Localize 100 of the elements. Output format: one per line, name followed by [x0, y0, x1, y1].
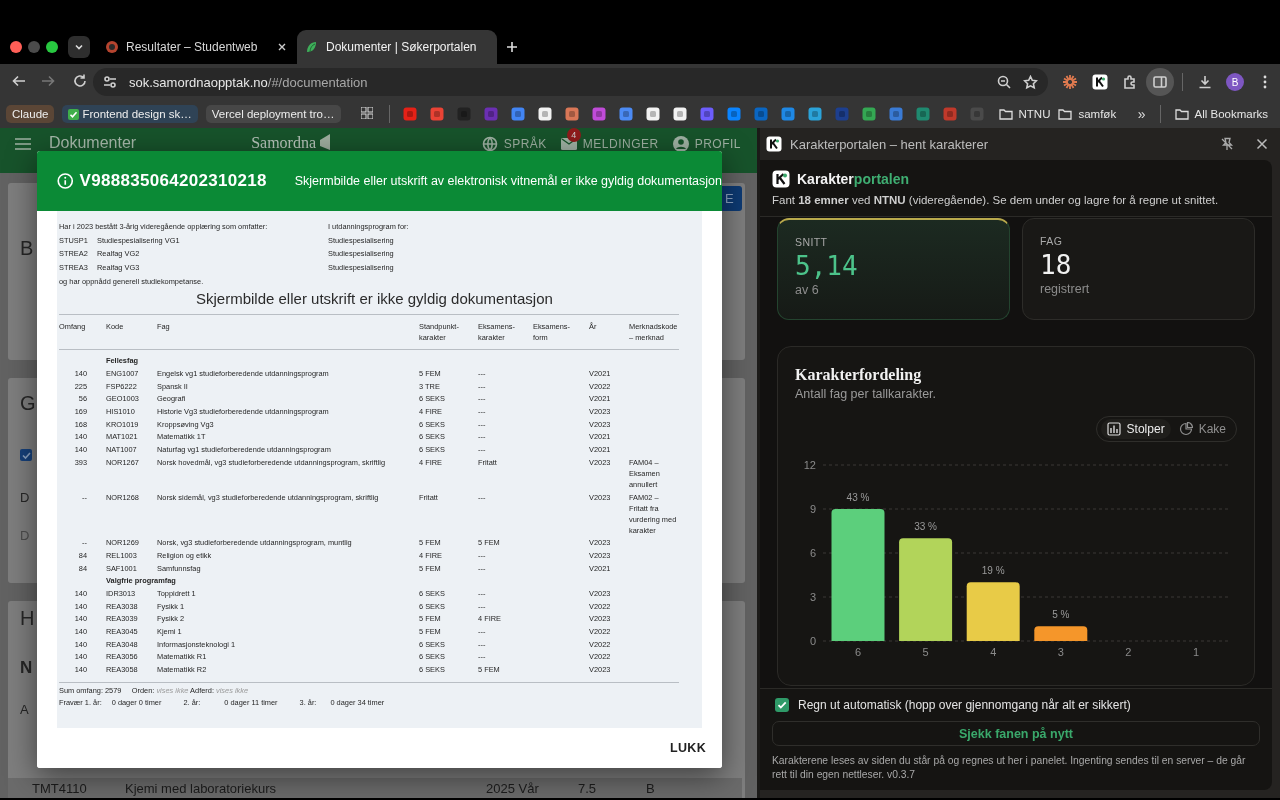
intro-text: Fant 18 emner ved NTNU (videregående). Se dem under og lagre for å regne ut snittet. — [772, 194, 1220, 206]
checkbox[interactable] — [20, 449, 32, 461]
logo-icon — [319, 134, 332, 150]
chart-title: Karakterfordeling — [795, 366, 923, 384]
plus-icon[interactable] — [506, 41, 518, 53]
stat-label: FAG — [1040, 235, 1064, 247]
bar-chart-icon — [1106, 422, 1121, 436]
site-icon[interactable] — [808, 107, 822, 121]
bookmark-folder[interactable]: samføk — [1058, 107, 1117, 121]
bookmark-button[interactable]: Vercel deployment tro… — [205, 105, 341, 123]
address-field[interactable]: sok.samordnaopptak.no/#/documentation — [93, 68, 1048, 96]
site-icon[interactable] — [673, 107, 687, 121]
axis-tick-label: 2 — [1125, 646, 1132, 658]
mail-icon — [560, 138, 577, 150]
panel-title: Karakterportalen – hent karakterer — [790, 136, 989, 152]
page-title: Dokumenter — [49, 134, 137, 152]
site-icon[interactable] — [646, 107, 660, 121]
axis-tick-label: 4 — [990, 646, 997, 658]
value-label: 33 % — [914, 521, 937, 533]
stat-value: 18 — [1040, 250, 1073, 280]
stat-label: SNITT — [795, 236, 829, 248]
table-cell-text: TMT4110 — [32, 780, 88, 796]
table-cell-text: B — [646, 780, 656, 796]
table-cell-text: Kjemi med laboratoriekurs — [125, 780, 277, 796]
recheck-button[interactable]: Sjekk fanen på nytt — [772, 721, 1260, 746]
bookmark-folder[interactable]: All Bookmarks — [1174, 107, 1268, 121]
checkbox[interactable] — [775, 698, 789, 712]
close-window-button[interactable] — [10, 41, 22, 53]
side-panel-icon[interactable] — [1153, 75, 1167, 89]
folder-icon — [1058, 107, 1073, 121]
check-icon — [68, 108, 80, 120]
view-tab[interactable]: Stolper — [1100, 419, 1171, 439]
axis-tick-label: 5 — [922, 646, 929, 658]
axis-tick-label: 6 — [854, 646, 862, 658]
table-cell-text: 2025 Vår — [486, 780, 540, 796]
card-heading: G — [20, 392, 36, 414]
minimize-window-button[interactable] — [28, 41, 40, 53]
folder-icon — [998, 107, 1013, 121]
value-label: 5 % — [1052, 609, 1070, 621]
value-label: 19 % — [981, 565, 1005, 577]
more-bookmarks-button[interactable]: » — [1137, 106, 1146, 122]
document-id: V988835064202310218 — [79, 171, 267, 191]
reload-icon[interactable] — [72, 72, 88, 89]
download-icon[interactable] — [1197, 74, 1213, 90]
stat-caption: av 6 — [795, 283, 820, 297]
brand-name: Karakterportalen — [797, 171, 910, 187]
person-icon — [672, 136, 689, 152]
stat-value: 5,14 — [795, 251, 859, 281]
star-icon[interactable] — [1023, 74, 1038, 90]
close-icon[interactable] — [277, 42, 287, 52]
card-heading: A — [20, 702, 29, 717]
check-icon — [777, 700, 787, 710]
puzzle-icon[interactable] — [1122, 74, 1138, 90]
info-icon — [57, 171, 74, 191]
pie-chart-icon — [1178, 422, 1193, 436]
close-button[interactable]: LUKK — [666, 735, 710, 761]
axis-tick-label: 3 — [1057, 646, 1064, 658]
stat-caption: registrert — [1040, 282, 1091, 296]
axis-tick-label: 9 — [809, 503, 816, 515]
profile-avatar[interactable]: B — [1226, 73, 1244, 91]
maximize-window-button[interactable] — [46, 41, 58, 53]
warning-message: Skjermbilde eller utskrift av elektronisk vitnemål er ikke gyldig dokumentasjon — [294, 174, 722, 188]
checkbox-label: Regn ut automatisk (hopp over gjennomgang når alt er sikkert) — [798, 698, 1131, 712]
close-icon[interactable] — [1256, 138, 1268, 150]
notification-badge: 4 — [566, 128, 581, 142]
sunburst-icon[interactable] — [1062, 74, 1078, 90]
bookmark-button[interactable]: Frontend design sk… — [62, 105, 198, 123]
upload-button[interactable]: E — [722, 186, 742, 211]
globe-icon — [481, 136, 498, 152]
browser-tab[interactable]: Dokumenter | Søkerportalen — [297, 30, 497, 64]
logo-text: Samordna — [251, 134, 317, 152]
bookmark-button[interactable]: Claude — [6, 105, 55, 123]
favicon-icon — [305, 40, 319, 54]
site-icon[interactable] — [538, 107, 552, 121]
profile-button[interactable]: PROFIL — [672, 136, 741, 152]
logo-icon — [766, 136, 782, 152]
axis-tick-label: 12 — [803, 459, 816, 471]
site-settings-icon[interactable] — [103, 75, 117, 89]
axis-tick-label: 3 — [809, 591, 816, 603]
card-heading: D — [20, 490, 30, 505]
chart-subtitle: Antall fag per tallkarakter. — [795, 387, 938, 401]
logo-icon — [772, 170, 790, 188]
view-tab[interactable]: Kake — [1172, 419, 1232, 439]
axis-tick-label: 1 — [1192, 646, 1200, 658]
menu-icon[interactable] — [1263, 75, 1267, 89]
language-button[interactable]: SPRÅK — [481, 136, 547, 152]
unpin-icon[interactable] — [1220, 137, 1234, 151]
check-icon — [21, 450, 31, 460]
favicon-icon — [105, 40, 119, 54]
zoom-icon[interactable] — [997, 75, 1011, 89]
browser-tab[interactable]: Resultater – Studentweb — [97, 30, 297, 64]
tab-search-button[interactable] — [68, 36, 90, 58]
card-heading: B — [20, 237, 34, 259]
grid-icon[interactable] — [360, 107, 373, 119]
logo-icon[interactable] — [1092, 74, 1108, 90]
card-heading: H — [20, 607, 35, 629]
value-label: 43 % — [846, 492, 870, 503]
axis-tick-label: 6 — [809, 547, 816, 559]
bookmark-folder[interactable]: NTNU — [998, 107, 1051, 121]
folder-icon — [1174, 107, 1189, 121]
